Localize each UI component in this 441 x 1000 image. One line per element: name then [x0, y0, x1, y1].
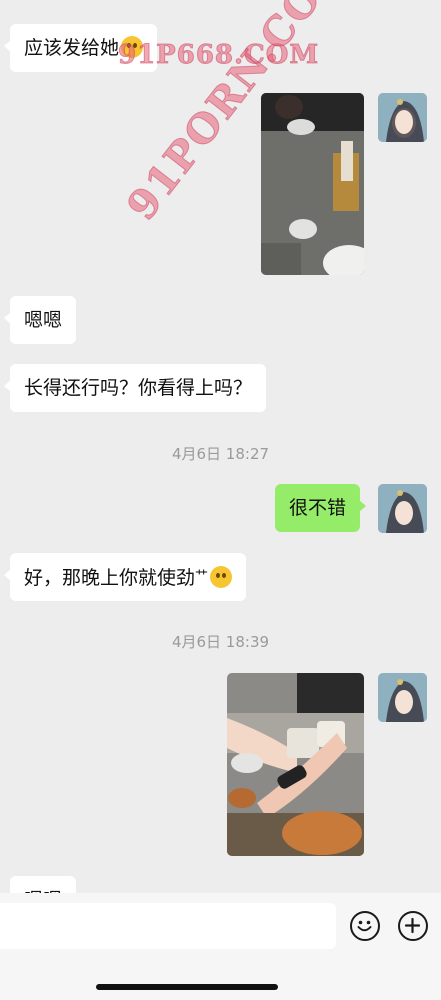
timestamp: 4月6日 18:39 — [171, 633, 270, 651]
avatar[interactable] — [378, 93, 427, 142]
message-text: 很不错 — [289, 497, 347, 519]
message-text-suffix: 艹 — [195, 569, 209, 584]
photo-message[interactable] — [227, 673, 364, 856]
message-bubble-received[interactable]: 嗯嗯 — [3, 296, 77, 344]
message-text: 好，那晚上你就使劲 — [24, 567, 196, 589]
avatar[interactable] — [378, 673, 427, 722]
more-button[interactable] — [398, 911, 428, 941]
plus-icon — [404, 917, 421, 934]
timestamp: 4月6日 18:27 — [171, 445, 270, 463]
message-bubble-received[interactable]: 应该发给她 — [3, 24, 158, 72]
message-bubble-sent[interactable]: 很不错 — [275, 484, 367, 532]
grin-emoji-icon — [121, 36, 144, 58]
message-bubble-received[interactable]: 好，那晚上你就使劲艹 — [3, 553, 247, 601]
avatar-icon — [378, 673, 427, 722]
message-text: 应该发给她 — [24, 37, 120, 59]
dinner-toast-photo — [227, 673, 364, 856]
emoji-icon — [357, 920, 372, 932]
restaurant-photo — [261, 93, 364, 275]
message-text: 嗯嗯 — [24, 309, 63, 331]
avatar[interactable] — [378, 484, 427, 533]
thinking-emoji-icon — [210, 566, 233, 588]
avatar-icon — [378, 93, 427, 142]
message-input[interactable] — [0, 903, 336, 949]
message-bubble-received[interactable]: 长得还行吗？你看得上吗？ — [3, 364, 267, 412]
photo-message[interactable] — [261, 93, 364, 275]
home-indicator — [96, 984, 278, 990]
avatar-icon — [378, 484, 427, 533]
emoji-button[interactable] — [350, 911, 380, 941]
message-text: 长得还行吗？你看得上吗？ — [24, 377, 253, 399]
